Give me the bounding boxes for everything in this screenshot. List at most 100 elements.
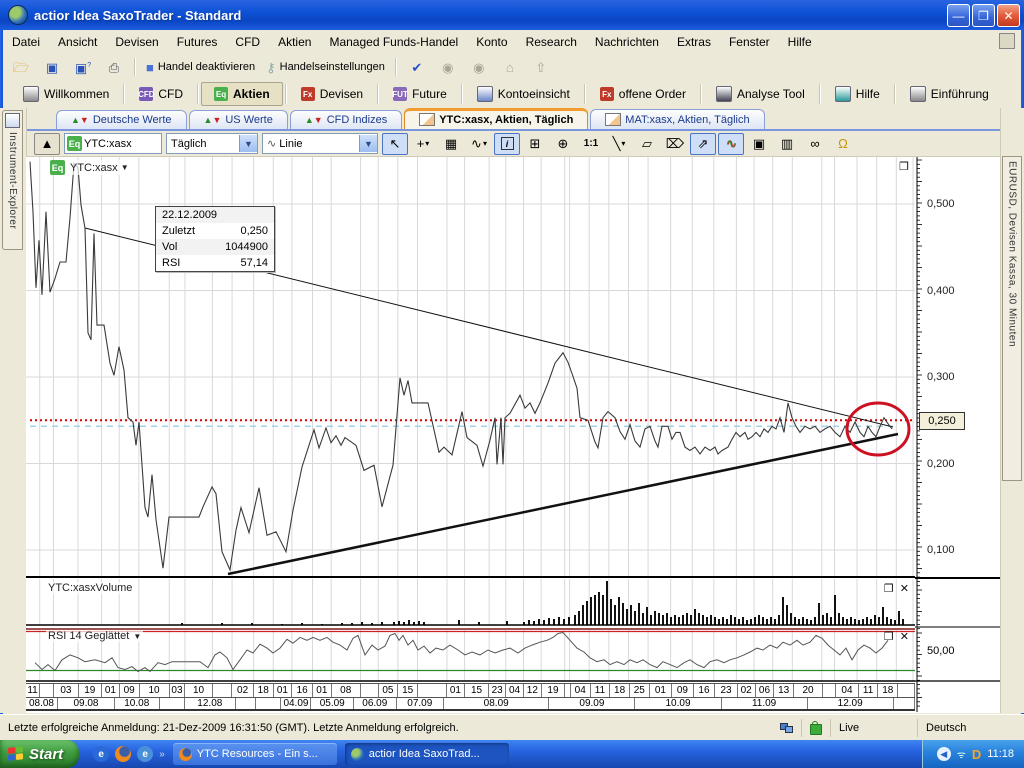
close-pane-button[interactable]: ✕: [900, 630, 909, 643]
print-button[interactable]: ⎙: [100, 56, 128, 78]
link-charts-button[interactable]: ∞: [802, 133, 828, 155]
y-axis[interactable]: 0,250 50,00 0,5000,4000,3000,2000,100: [915, 157, 1000, 713]
fx-icon: Fx: [301, 87, 315, 101]
tray-app-icon[interactable]: D: [972, 747, 981, 762]
chart-tab-mat-xasx-aktien-täglich[interactable]: MAT:xasx, Aktien, Täglich: [590, 109, 764, 129]
lock-icon: [810, 724, 822, 735]
price-pane-legend[interactable]: Eq YTC:xasx ▼: [46, 160, 131, 175]
close-button[interactable]: ✕: [997, 4, 1020, 27]
taskbar-task-button[interactable]: YTC Resources - Ein s...: [173, 743, 337, 765]
module-tab-analyse-tool[interactable]: Analyse Tool: [704, 82, 817, 106]
module-tab-future[interactable]: FUTFuture: [381, 83, 459, 105]
zoom-tool-button[interactable]: ⊕: [550, 133, 576, 155]
crosshair-tool-button[interactable]: +▾: [410, 133, 436, 155]
module-tab-offene-order[interactable]: Fxoffene Order: [588, 83, 698, 105]
menu-devisen[interactable]: Devisen: [106, 32, 167, 52]
chart-style-select[interactable]: ∿ Linie ▼: [262, 133, 378, 154]
one-to-one-button[interactable]: 1:1: [578, 133, 604, 155]
multicolor-indicator-button[interactable]: ∿: [718, 133, 744, 155]
chart-plot-area[interactable]: Eq YTC:xasx ▼ ❐ YTC:xasxVolume ❐✕ RSI 14…: [26, 157, 915, 713]
menu-aktien[interactable]: Aktien: [269, 32, 320, 52]
back-button[interactable]: ◉: [434, 56, 462, 78]
chart-tab-deutsche-werte[interactable]: ▲▼Deutsche Werte: [56, 110, 187, 129]
menu-extras[interactable]: Extras: [668, 32, 720, 52]
disable-trading-button[interactable]: ■ Handel deaktivieren: [142, 56, 259, 78]
grid-toggle-button[interactable]: ▦: [438, 133, 464, 155]
tray-collapse-chevron-icon[interactable]: ◀: [937, 747, 951, 761]
module-tab-kontoeinsicht[interactable]: Kontoeinsicht: [465, 82, 582, 106]
taskbar-task-button[interactable]: actior Idea SaxoTrad...: [345, 743, 509, 765]
toolbar-separator: [134, 58, 136, 76]
trading-settings-button[interactable]: ⚷ Handelseinstellungen: [262, 56, 389, 78]
trendline-tool-button[interactable]: ╲▾: [606, 133, 632, 155]
wireless-icon[interactable]: ᯤ: [957, 747, 966, 761]
menu-cfd[interactable]: CFD: [226, 32, 269, 52]
alert-bell-button[interactable]: Ω: [830, 133, 856, 155]
chart-tab-ytc-xasx-aktien-täglich[interactable]: YTC:xasx, Aktien, Täglich: [404, 108, 588, 129]
browser-icon[interactable]: e: [137, 746, 153, 762]
copy-chart-image-button[interactable]: ▥: [774, 133, 800, 155]
rsi-pane-label-wrap[interactable]: RSI 14 Geglättet ▼: [46, 630, 143, 642]
period-select[interactable]: Täglich ▼: [166, 133, 258, 154]
menu-nachrichten[interactable]: Nachrichten: [586, 32, 668, 52]
restore-button[interactable]: ❐: [972, 4, 995, 27]
menu-managed-funds-handel[interactable]: Managed Funds-Handel: [320, 32, 467, 52]
module-tab-cfd[interactable]: CFDCFD: [127, 83, 195, 105]
firefox-icon[interactable]: [115, 746, 131, 762]
module-tab-hilfe[interactable]: Hilfe: [823, 82, 892, 106]
close-pane-button[interactable]: ✕: [900, 582, 909, 595]
forward-button[interactable]: ◉: [465, 56, 493, 78]
day-cell-11: 11: [591, 684, 611, 697]
volume-chart[interactable]: [26, 579, 915, 626]
chart-tab-us-werte[interactable]: ▲▼US Werte: [189, 110, 288, 129]
menu-research[interactable]: Research: [517, 32, 586, 52]
menu-fenster[interactable]: Fenster: [720, 32, 779, 52]
alert-bell-icon: Ω: [838, 136, 848, 151]
collapse-toolbar-button[interactable]: ▲: [34, 133, 60, 155]
chevron-down-icon: ▼: [359, 135, 377, 152]
menu-hilfe[interactable]: Hilfe: [779, 32, 821, 52]
save-button[interactable]: ▣: [38, 56, 66, 78]
save-chart-image-button[interactable]: ▣: [746, 133, 772, 155]
volume-pane-label: YTC:xasxVolume: [46, 582, 134, 594]
menu-datei[interactable]: Datei: [3, 32, 49, 52]
add-pane-button[interactable]: ⊞: [522, 133, 548, 155]
menu-futures[interactable]: Futures: [168, 32, 227, 52]
maximize-pane-button[interactable]: ❐: [884, 582, 894, 595]
instrument-input[interactable]: Eq YTC:xasx: [64, 133, 162, 154]
home-button[interactable]: ⌂: [496, 56, 524, 78]
indicator-menu-button[interactable]: ∿▾: [466, 133, 492, 155]
minimized-chart-tab[interactable]: EURUSD, Devisen Kassa, 30 Minuten: [1002, 156, 1022, 481]
chart-tab-cfd-indizes[interactable]: ▲▼CFD Indizes: [290, 110, 402, 129]
menu-ansicht[interactable]: Ansicht: [49, 32, 106, 52]
info-tool-button[interactable]: i: [494, 133, 520, 155]
up-button[interactable]: ⇧: [527, 56, 555, 78]
pointer-tool-button[interactable]: ↖: [382, 133, 408, 155]
open-button[interactable]: 🗁: [7, 56, 35, 78]
start-button[interactable]: Start: [0, 740, 79, 768]
back-icon: ◉: [442, 61, 453, 74]
save-as-button[interactable]: ▣?: [69, 56, 97, 78]
module-tab-willkommen[interactable]: Willkommen: [11, 82, 121, 106]
day-cell-01: 01: [274, 684, 293, 697]
module-tab-separator: [285, 84, 287, 104]
internet-explorer-icon[interactable]: e: [93, 746, 109, 762]
volume-pane-buttons: ❐✕: [884, 582, 909, 595]
maximize-pane-button[interactable]: ❐: [899, 160, 909, 173]
module-tab-aktien[interactable]: EqAktien: [201, 82, 283, 106]
rsi-chart[interactable]: [26, 628, 915, 682]
maximize-pane-button[interactable]: ❐: [884, 630, 894, 643]
month-cell-09-08: 09.08: [58, 698, 115, 709]
module-tab-einführung[interactable]: Einführung: [898, 82, 1001, 106]
expand-tool-button[interactable]: ⇗: [690, 133, 716, 155]
price-pane-buttons: ❐: [899, 160, 909, 173]
menu-konto[interactable]: Konto: [467, 32, 516, 52]
module-tab-devisen[interactable]: FxDevisen: [289, 83, 375, 105]
delete-drawings-button[interactable]: ⌦: [662, 133, 688, 155]
mdi-window-icon[interactable]: [999, 33, 1015, 49]
key-icon: ⚷: [266, 61, 276, 74]
confirm-button[interactable]: ✔: [403, 56, 431, 78]
minimize-button[interactable]: —: [947, 4, 970, 27]
instrument-explorer-tab[interactable]: Instrument-Explorer: [2, 110, 23, 250]
eraser-button[interactable]: ▱: [634, 133, 660, 155]
